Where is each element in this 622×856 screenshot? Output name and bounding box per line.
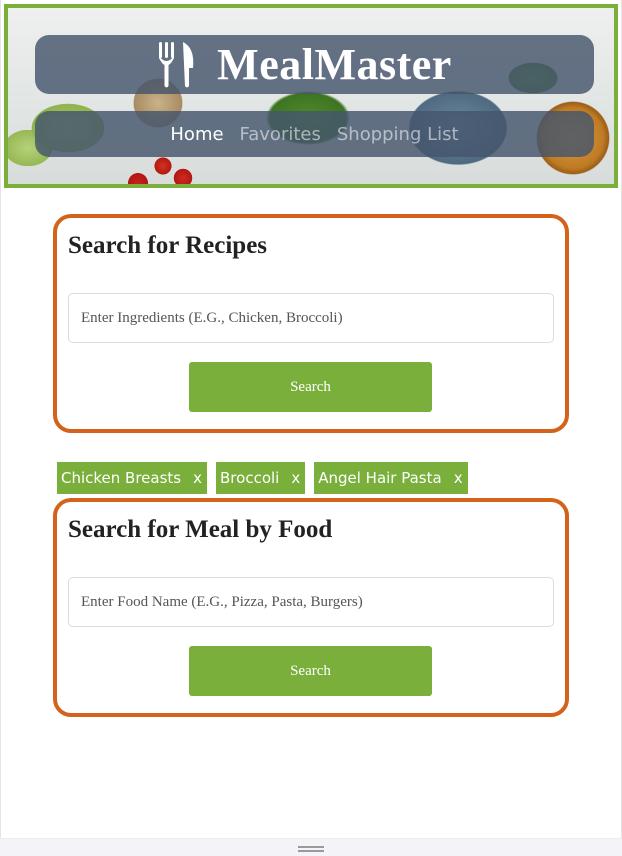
tag-angel-hair-pasta: Angel Hair Pasta x: [314, 462, 468, 494]
nav-favorites[interactable]: Favorites: [240, 124, 321, 145]
tag-label: Chicken Breasts: [61, 469, 182, 487]
tag-label: Angel Hair Pasta: [318, 469, 442, 487]
drag-handle-icon[interactable]: [298, 846, 324, 852]
fork-knife-icon: [159, 41, 194, 87]
nav-shopping-list[interactable]: Shopping List: [337, 124, 459, 145]
food-search-title: Search for Meal by Food: [68, 516, 333, 543]
food-search-button[interactable]: Search: [189, 646, 432, 696]
hero-header: MealMaster Home Favorites Shopping List: [4, 4, 618, 188]
remove-tag-button[interactable]: x: [454, 469, 463, 487]
bottom-resize-bar: [0, 838, 622, 856]
ingredient-tags: Chicken Breasts x Broccoli x Angel Hair …: [57, 462, 468, 494]
recipe-search-button[interactable]: Search: [189, 362, 432, 412]
tag-broccoli: Broccoli x: [216, 462, 306, 494]
food-search-card: Search for Meal by Food Search: [53, 498, 569, 717]
brand-bar: MealMaster: [35, 35, 594, 94]
brand-title: MealMaster: [217, 40, 452, 89]
remove-tag-button[interactable]: x: [291, 469, 300, 487]
main-nav: Home Favorites Shopping List: [35, 111, 594, 157]
tag-label: Broccoli: [220, 469, 280, 487]
recipe-search-card: Search for Recipes Search: [53, 214, 569, 433]
ingredients-input[interactable]: [68, 293, 554, 343]
tag-chicken-breasts: Chicken Breasts x: [57, 462, 208, 494]
food-name-input[interactable]: [68, 577, 554, 627]
nav-home[interactable]: Home: [170, 124, 223, 145]
recipe-search-title: Search for Recipes: [68, 232, 268, 259]
remove-tag-button[interactable]: x: [193, 469, 202, 487]
